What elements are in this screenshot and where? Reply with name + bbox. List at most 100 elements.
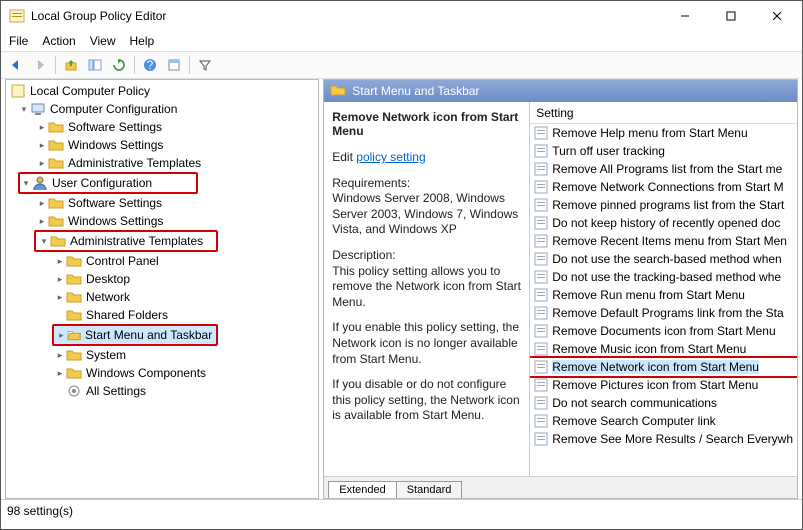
chevron-right-icon[interactable]: ▸ bbox=[56, 330, 67, 341]
policy-item-icon bbox=[534, 162, 548, 176]
tree-cc-software[interactable]: ▸Software Settings bbox=[6, 118, 318, 136]
list-item[interactable]: Do not search communications bbox=[530, 394, 797, 412]
tree-wincomp[interactable]: ▸Windows Components bbox=[6, 364, 318, 382]
policy-item-icon bbox=[534, 378, 548, 392]
list-body[interactable]: Remove Help menu from Start Menu Turn off… bbox=[530, 124, 797, 476]
back-button[interactable] bbox=[5, 54, 27, 76]
policy-edit-link[interactable]: policy setting bbox=[356, 150, 425, 164]
details-header: Start Menu and Taskbar bbox=[324, 80, 797, 102]
list-item[interactable]: Remove Music icon from Start Menu bbox=[530, 340, 797, 358]
menu-file[interactable]: File bbox=[9, 34, 28, 48]
chevron-right-icon[interactable]: ▸ bbox=[36, 122, 48, 133]
list-item-label: Remove Recent Items menu from Start Men bbox=[552, 234, 787, 248]
tree-computer-config[interactable]: ▾ Computer Configuration bbox=[6, 100, 318, 118]
policy-item-icon bbox=[534, 414, 548, 428]
folder-icon bbox=[66, 253, 82, 269]
list-item[interactable]: Remove Search Computer link bbox=[530, 412, 797, 430]
up-button[interactable] bbox=[60, 54, 82, 76]
list-item-label: Do not use the search-based method when bbox=[552, 252, 781, 266]
list-item-label: Remove Pictures icon from Start Menu bbox=[552, 378, 758, 392]
tree-user-config[interactable]: ▾ User Configuration bbox=[20, 174, 196, 192]
list-item-label: Remove See More Results / Search Everywh bbox=[552, 432, 793, 446]
list-item[interactable]: Remove pinned programs list from the Sta… bbox=[530, 196, 797, 214]
tab-standard[interactable]: Standard bbox=[396, 481, 463, 498]
folder-icon bbox=[48, 195, 64, 211]
chevron-right-icon[interactable]: ▸ bbox=[54, 368, 66, 379]
folder-icon bbox=[48, 137, 64, 153]
folder-open-icon bbox=[67, 327, 81, 343]
chevron-right-icon[interactable]: ▸ bbox=[36, 158, 48, 169]
chevron-down-icon[interactable]: ▾ bbox=[38, 236, 50, 247]
tree-desktop[interactable]: ▸Desktop bbox=[6, 270, 318, 288]
close-button[interactable] bbox=[754, 1, 800, 31]
list-item[interactable]: Remove Pictures icon from Start Menu bbox=[530, 376, 797, 394]
chevron-down-icon[interactable]: ▾ bbox=[18, 104, 30, 115]
chevron-down-icon[interactable]: ▾ bbox=[20, 178, 32, 189]
list-item-label: Remove pinned programs list from the Sta… bbox=[552, 198, 784, 212]
tree-cc-windows[interactable]: ▸Windows Settings bbox=[6, 136, 318, 154]
minimize-button[interactable] bbox=[662, 1, 708, 31]
filter-button[interactable] bbox=[194, 54, 216, 76]
menubar: File Action View Help bbox=[1, 31, 802, 51]
chevron-right-icon[interactable]: ▸ bbox=[36, 198, 48, 209]
list-item[interactable]: Do not use the search-based method when bbox=[530, 250, 797, 268]
list-item-label: Do not keep history of recently opened d… bbox=[552, 216, 780, 230]
tree-root[interactable]: Local Computer Policy bbox=[6, 82, 318, 100]
folder-icon bbox=[66, 307, 82, 323]
maximize-button[interactable] bbox=[708, 1, 754, 31]
policy-item-icon bbox=[534, 216, 548, 230]
tree-system[interactable]: ▸System bbox=[6, 346, 318, 364]
properties-button[interactable] bbox=[163, 54, 185, 76]
tabstrip: Extended Standard bbox=[324, 476, 797, 498]
tree-network[interactable]: ▸Network bbox=[6, 288, 318, 306]
policy-item-icon bbox=[534, 306, 548, 320]
list-item[interactable]: Do not keep history of recently opened d… bbox=[530, 214, 797, 232]
policy-item-icon bbox=[534, 234, 548, 248]
svg-text:?: ? bbox=[147, 58, 154, 72]
folder-icon bbox=[48, 119, 64, 135]
policy-item-icon bbox=[534, 252, 548, 266]
chevron-right-icon[interactable]: ▸ bbox=[54, 350, 66, 361]
tree-shared[interactable]: Shared Folders bbox=[6, 306, 318, 324]
tree-pane[interactable]: Local Computer Policy ▾ Computer Configu… bbox=[5, 79, 319, 499]
list-item[interactable]: Remove Recent Items menu from Start Men bbox=[530, 232, 797, 250]
list-item-label: Remove Network icon from Start Menu bbox=[552, 360, 759, 374]
tree-uc-software[interactable]: ▸Software Settings bbox=[6, 194, 318, 212]
tree-control-panel[interactable]: ▸Control Panel bbox=[6, 252, 318, 270]
chevron-right-icon[interactable]: ▸ bbox=[54, 274, 66, 285]
help-button[interactable]: ? bbox=[139, 54, 161, 76]
titlebar: Local Group Policy Editor bbox=[1, 1, 802, 31]
list-item[interactable]: Remove Default Programs link from the St… bbox=[530, 304, 797, 322]
menu-help[interactable]: Help bbox=[130, 34, 155, 48]
tab-extended[interactable]: Extended bbox=[328, 481, 396, 498]
tree-all-settings[interactable]: All Settings bbox=[6, 382, 318, 400]
list-item[interactable]: Turn off user tracking bbox=[530, 142, 797, 160]
list-item[interactable]: Remove Documents icon from Start Menu bbox=[530, 322, 797, 340]
refresh-button[interactable] bbox=[108, 54, 130, 76]
tree-cc-admin[interactable]: ▸Administrative Templates bbox=[6, 154, 318, 172]
list-item[interactable]: Remove Network icon from Start Menu bbox=[530, 358, 797, 376]
forward-button[interactable] bbox=[29, 54, 51, 76]
list-item-label: Turn off user tracking bbox=[552, 144, 665, 158]
list-item[interactable]: Remove All Programs list from the Start … bbox=[530, 160, 797, 178]
list-item[interactable]: Do not use the tracking-based method whe bbox=[530, 268, 797, 286]
list-column-header[interactable]: Setting bbox=[530, 102, 797, 124]
policy-icon bbox=[10, 83, 26, 99]
show-hide-tree-button[interactable] bbox=[84, 54, 106, 76]
chevron-right-icon[interactable]: ▸ bbox=[36, 216, 48, 227]
menu-view[interactable]: View bbox=[90, 34, 116, 48]
list-item[interactable]: Remove Run menu from Start Menu bbox=[530, 286, 797, 304]
folder-icon bbox=[48, 213, 64, 229]
menu-action[interactable]: Action bbox=[42, 34, 75, 48]
list-item[interactable]: Remove Network Connections from Start M bbox=[530, 178, 797, 196]
tree-uc-admin[interactable]: ▾Administrative Templates bbox=[36, 232, 216, 250]
tree-uc-windows[interactable]: ▸Windows Settings bbox=[6, 212, 318, 230]
policy-item-icon bbox=[534, 396, 548, 410]
settings-icon bbox=[66, 383, 82, 399]
tree-start-menu[interactable]: ▸Start Menu and Taskbar bbox=[54, 326, 216, 344]
chevron-right-icon[interactable]: ▸ bbox=[54, 256, 66, 267]
chevron-right-icon[interactable]: ▸ bbox=[54, 292, 66, 303]
list-item[interactable]: Remove Help menu from Start Menu bbox=[530, 124, 797, 142]
chevron-right-icon[interactable]: ▸ bbox=[36, 140, 48, 151]
list-item[interactable]: Remove See More Results / Search Everywh bbox=[530, 430, 797, 448]
